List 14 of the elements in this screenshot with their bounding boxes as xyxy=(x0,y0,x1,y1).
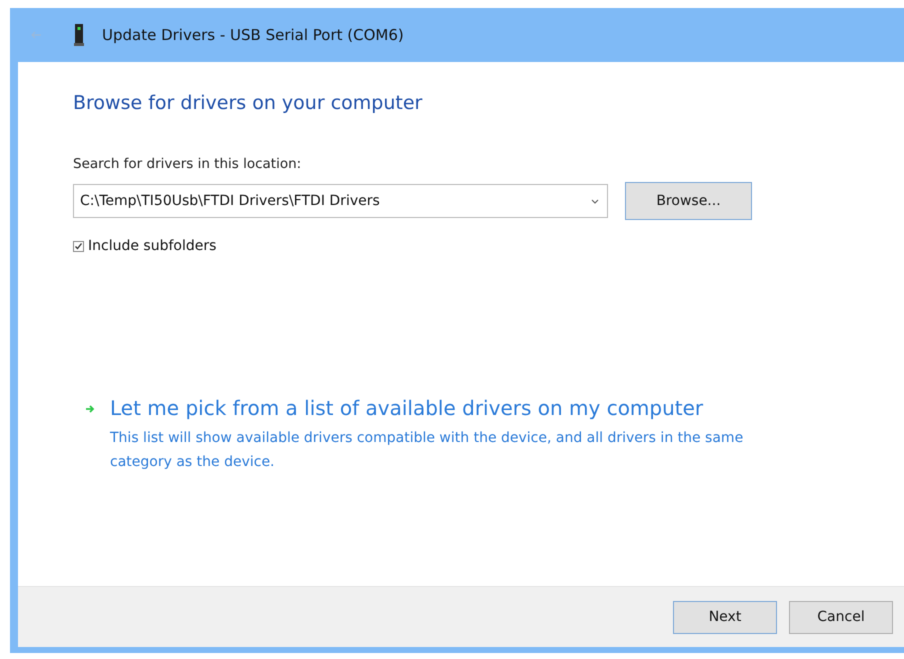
cancel-button[interactable]: Cancel xyxy=(789,600,893,634)
pick-driver-description: This list will show available drivers compatible with the device, and all drivers in the same category as the device. xyxy=(110,429,744,472)
pick-driver-link[interactable]: Let me pick from a list of available drivers on my computer xyxy=(110,396,790,420)
next-button[interactable]: Next xyxy=(673,600,777,634)
checkbox-label: Include subfolders xyxy=(88,238,216,254)
usb-device-icon xyxy=(74,24,84,46)
arrow-right-icon xyxy=(85,404,95,414)
search-label: Search for drivers in this location: xyxy=(73,156,302,172)
page-heading: Browse for drivers on your computer xyxy=(73,92,424,114)
browse-button[interactable]: Browse... xyxy=(625,182,752,220)
checkbox[interactable] xyxy=(73,240,84,252)
path-dropdown[interactable]: C:\Temp\TI50Usb\FTDI Drivers\FTDI Drivers xyxy=(73,184,608,218)
window-title: Update Drivers - USB Serial Port (COM6) xyxy=(102,26,404,44)
chevron-down-icon xyxy=(591,198,599,204)
